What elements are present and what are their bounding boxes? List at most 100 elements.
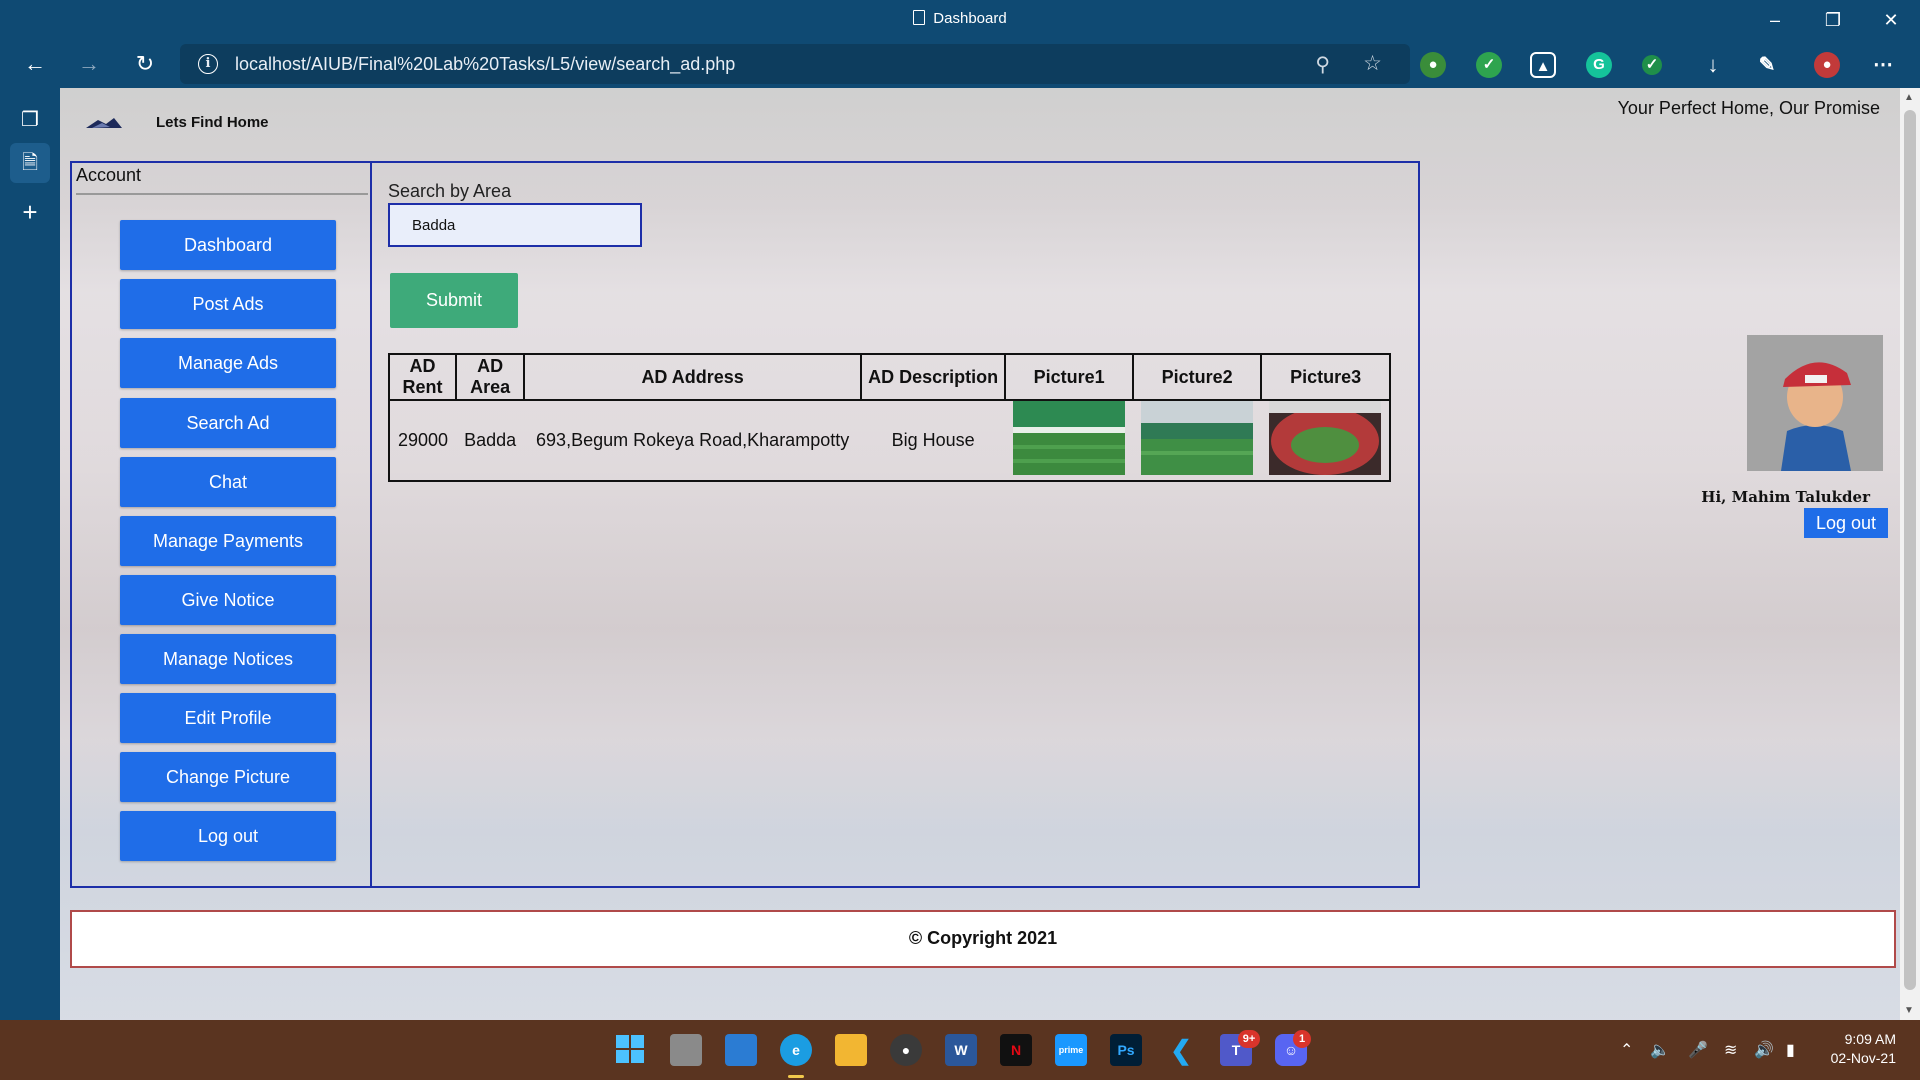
forward-button[interactable]: → bbox=[74, 50, 104, 78]
tray-wifi-icon[interactable]: ≋ bbox=[1724, 1040, 1737, 1060]
browser-toolbar: ← → ↻ i localhost/AIUB/Final%20Lab%20Tas… bbox=[0, 40, 1920, 88]
cell-picture3 bbox=[1261, 400, 1390, 481]
menu-change-picture-button[interactable]: Change Picture bbox=[120, 752, 336, 802]
menu-post-ads-button[interactable]: Post Ads bbox=[120, 279, 336, 329]
zoom-icon[interactable]: ⚲ bbox=[1315, 52, 1330, 77]
close-window-button[interactable]: ✕ bbox=[1868, 6, 1914, 34]
site-info-icon[interactable]: i bbox=[198, 54, 218, 74]
ads-table: AD Rent AD Area AD Address AD Descriptio… bbox=[387, 353, 1392, 482]
site-brand: Lets Find Home bbox=[156, 114, 269, 131]
back-button[interactable]: ← bbox=[20, 50, 50, 78]
widgets-icon[interactable] bbox=[725, 1034, 757, 1066]
active-tab-icon[interactable]: 🗎 bbox=[10, 143, 50, 183]
edge-browser-icon[interactable]: e bbox=[780, 1034, 812, 1066]
extension-guard-icon[interactable]: ▲ bbox=[1530, 52, 1556, 78]
submit-button[interactable]: Submit bbox=[390, 273, 518, 328]
address-bar[interactable]: i localhost/AIUB/Final%20Lab%20Tasks/L5/… bbox=[180, 44, 1410, 84]
menu-edit-profile-button[interactable]: Edit Profile bbox=[120, 693, 336, 743]
favorites-star-icon[interactable]: ☆ bbox=[1363, 51, 1382, 76]
cell-picture1 bbox=[1005, 400, 1133, 481]
window-title-text: Dashboard bbox=[933, 10, 1007, 27]
restore-button[interactable]: ❐ bbox=[1810, 6, 1856, 34]
extension-shield-icon[interactable]: ✓ bbox=[1476, 52, 1502, 78]
task-view-icon[interactable] bbox=[670, 1034, 702, 1066]
document-icon bbox=[913, 10, 926, 25]
page-viewport: Lets Find Home Your Perfect Home, Our Pr… bbox=[60, 88, 1920, 1020]
col-picture1: Picture1 bbox=[1004, 353, 1135, 401]
scroll-down-icon[interactable]: ▼ bbox=[1904, 1005, 1914, 1016]
refresh-button[interactable]: ↻ bbox=[130, 50, 160, 78]
grammarly-icon[interactable]: G bbox=[1586, 52, 1612, 78]
word-icon[interactable]: W bbox=[945, 1034, 977, 1066]
discord-badge: 1 bbox=[1293, 1030, 1311, 1048]
obs-icon[interactable]: ● bbox=[890, 1034, 922, 1066]
minimize-button[interactable]: – bbox=[1752, 6, 1798, 34]
menu-give-notice-button[interactable]: Give Notice bbox=[120, 575, 336, 625]
start-windows-icon[interactable] bbox=[614, 1034, 646, 1066]
ad-picture-3 bbox=[1269, 401, 1382, 475]
profile-avatar[interactable]: ● bbox=[1814, 52, 1840, 78]
table-row: 29000 Badda 693,Begum Rokeya Road,Kharam… bbox=[389, 400, 1390, 481]
menu-logout-button[interactable]: Log out bbox=[120, 811, 336, 861]
clock-date: 02-Nov-21 bbox=[1830, 1050, 1896, 1066]
menu-manage-notices-button[interactable]: Manage Notices bbox=[120, 634, 336, 684]
photoshop-icon[interactable]: Ps bbox=[1110, 1034, 1142, 1066]
new-tab-icon[interactable]: + bbox=[10, 192, 50, 232]
tray-speaker-icon[interactable]: 🔈 bbox=[1650, 1040, 1670, 1060]
col-ad-rent: AD Rent bbox=[387, 353, 458, 401]
user-avatar bbox=[1747, 335, 1883, 471]
window-titlebar: Dashboard – ❐ ✕ bbox=[0, 0, 1920, 40]
cell-description: Big House bbox=[891, 430, 975, 450]
tray-microphone-icon[interactable]: 🎤 bbox=[1688, 1040, 1708, 1060]
taskbar-clock[interactable]: 9:09 AM 02-Nov-21 bbox=[1831, 1030, 1896, 1068]
menu-search-ad-button[interactable]: Search Ad bbox=[120, 398, 336, 448]
more-menu-icon[interactable]: ⋯ bbox=[1870, 52, 1896, 78]
menu-chat-button[interactable]: Chat bbox=[120, 457, 336, 507]
main-frame: Account Dashboard Post Ads Manage Ads Se… bbox=[70, 161, 1420, 888]
logout-button[interactable]: Log out bbox=[1804, 508, 1888, 538]
site-logo-icon bbox=[86, 118, 122, 128]
scrollbar-thumb[interactable] bbox=[1904, 110, 1916, 990]
account-heading: Account bbox=[76, 165, 142, 185]
tray-battery-icon[interactable]: ▮ bbox=[1786, 1040, 1795, 1060]
vscode-icon[interactable]: ❮ bbox=[1165, 1034, 1197, 1066]
clock-time: 9:09 AM bbox=[1844, 1031, 1896, 1047]
menu-manage-ads-button[interactable]: Manage Ads bbox=[120, 338, 336, 388]
extension-check-icon[interactable]: ✓ bbox=[1642, 55, 1662, 75]
col-picture3: Picture3 bbox=[1260, 353, 1392, 401]
col-ad-address: AD Address bbox=[523, 353, 863, 401]
window-title: Dashboard bbox=[0, 10, 1920, 27]
account-sidebar: Account Dashboard Post Ads Manage Ads Se… bbox=[72, 163, 372, 886]
scroll-up-icon[interactable]: ▲ bbox=[1904, 92, 1914, 103]
extension-globe-icon[interactable]: ● bbox=[1420, 52, 1446, 78]
col-picture2: Picture2 bbox=[1132, 353, 1263, 401]
downloads-icon[interactable]: ↓ bbox=[1700, 52, 1726, 78]
prime-video-icon[interactable]: prime bbox=[1055, 1034, 1087, 1066]
user-greeting: Hi, Mahim Talukder bbox=[1701, 488, 1870, 506]
collections-icon[interactable]: ✎ bbox=[1754, 52, 1780, 78]
edge-active-indicator bbox=[788, 1075, 804, 1078]
account-divider bbox=[76, 193, 368, 195]
site-tagline: Your Perfect Home, Our Promise bbox=[1617, 98, 1880, 118]
menu-dashboard-button[interactable]: Dashboard bbox=[120, 220, 336, 270]
col-ad-description: AD Description bbox=[860, 353, 1007, 401]
page-footer: © Copyright 2021 bbox=[70, 910, 1896, 968]
copyright-text: © Copyright 2021 bbox=[908, 928, 1058, 948]
col-ad-area: AD Area bbox=[455, 353, 526, 401]
tray-chevron-icon[interactable]: ⌃ bbox=[1620, 1040, 1633, 1060]
page-scrollbar[interactable]: ▲ ▼ bbox=[1900, 88, 1920, 1020]
teams-badge: 9+ bbox=[1238, 1030, 1260, 1048]
netflix-icon[interactable]: N bbox=[1000, 1034, 1032, 1066]
menu-manage-payments-button[interactable]: Manage Payments bbox=[120, 516, 336, 566]
cell-rent: 29000 bbox=[398, 430, 449, 450]
file-explorer-icon[interactable] bbox=[835, 1034, 867, 1066]
tab-actions-icon[interactable]: ❐ bbox=[10, 100, 50, 140]
vertical-tabs-strip: ❐ 🗎 + bbox=[0, 88, 60, 1020]
cell-address: 693,Begum Rokeya Road,Kharampotty bbox=[536, 430, 850, 450]
ad-picture-2 bbox=[1141, 401, 1254, 475]
tray-volume-icon[interactable]: 🔊 bbox=[1754, 1040, 1774, 1060]
cell-area: Badda bbox=[464, 430, 517, 450]
search-area-input[interactable] bbox=[388, 203, 642, 247]
url-text[interactable]: localhost/AIUB/Final%20Lab%20Tasks/L5/vi… bbox=[235, 54, 735, 75]
search-area-label: Search by Area bbox=[388, 181, 512, 201]
